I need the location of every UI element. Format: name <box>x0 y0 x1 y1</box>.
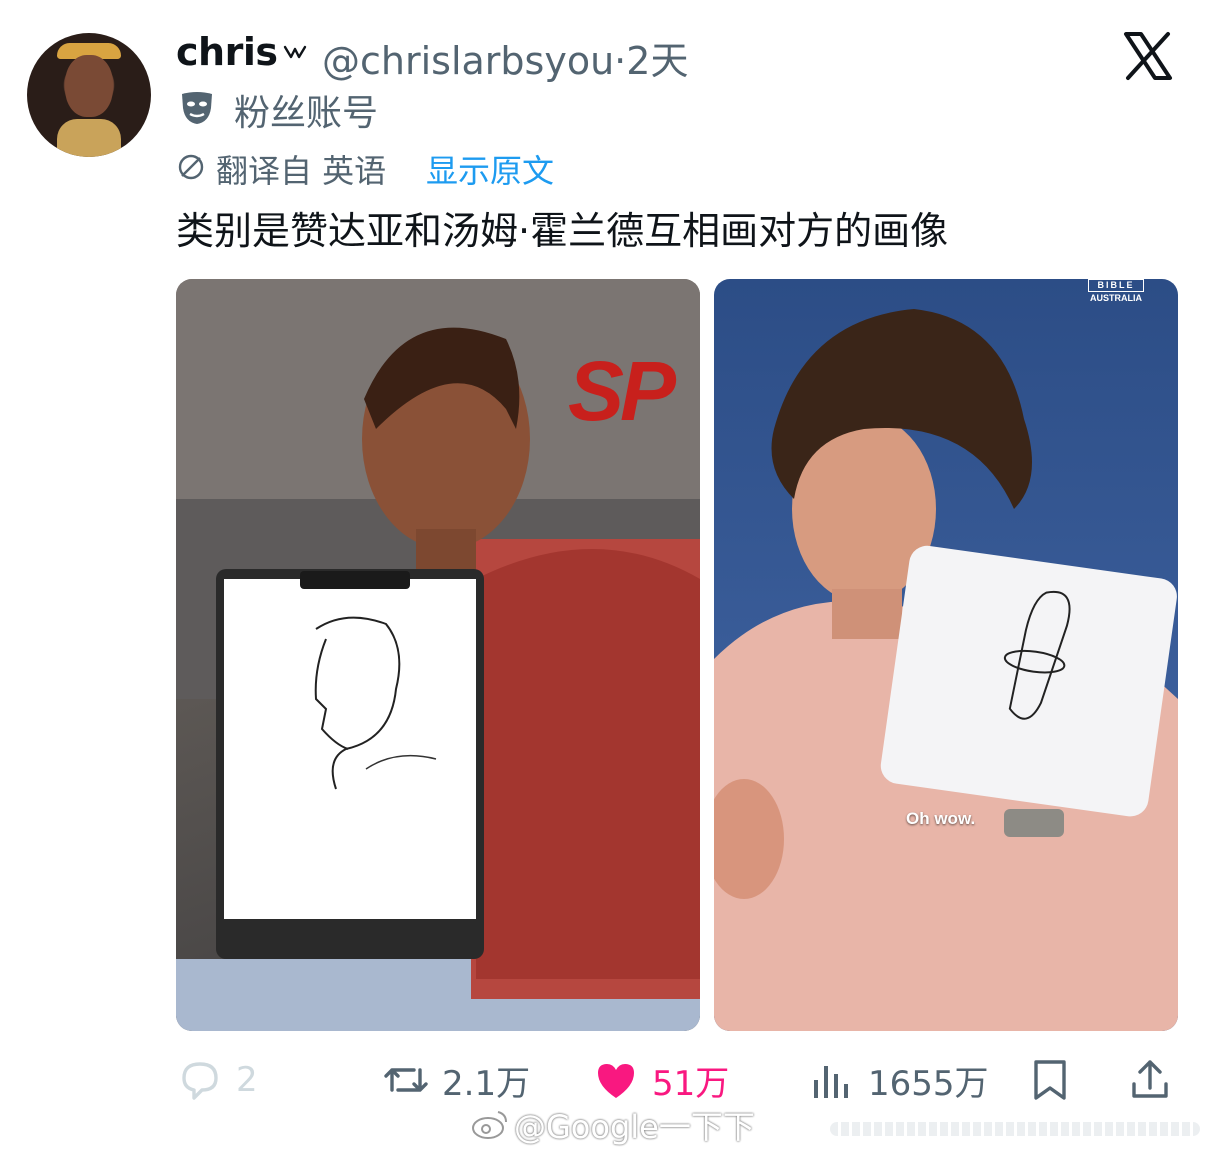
photo-zendaya[interactable]: SP <box>176 279 700 1031</box>
reply-button[interactable]: 2 <box>176 1050 258 1110</box>
views-count: 1655万 <box>868 1063 989 1104</box>
watermark-line1: BIBLE <box>1088 279 1144 292</box>
share-button[interactable] <box>1126 1050 1174 1110</box>
bookmark-icon <box>1034 1060 1066 1100</box>
weibo-watermark-text: @Google一下下 <box>514 1108 755 1146</box>
avatar[interactable] <box>27 33 151 157</box>
share-icon <box>1132 1060 1168 1098</box>
reply-icon <box>182 1062 218 1100</box>
avatar-necklace <box>57 119 121 157</box>
verified-badge-icon <box>283 45 307 59</box>
reply-count: 2 <box>236 1060 258 1100</box>
bottom-progress-strip <box>830 1122 1200 1136</box>
bookmark-button[interactable] <box>1026 1050 1074 1110</box>
movie-logo: SP <box>568 344 676 438</box>
views-icon <box>814 1066 848 1098</box>
like-button[interactable]: 51万 <box>592 1050 729 1110</box>
watermark-line2: AUSTRALIA <box>1090 293 1142 303</box>
translated-from-label: 翻译自 英语 <box>216 152 387 190</box>
tweet-text: 类别是赞达亚和汤姆·霍兰德互相画对方的画像 <box>176 209 949 253</box>
heart-icon <box>598 1064 634 1098</box>
author-name[interactable]: chris <box>176 30 278 74</box>
avatar-face <box>65 55 113 117</box>
handle-text[interactable]: @chrislarbsyou <box>322 39 614 83</box>
video-subtitle: Oh wow. <box>906 809 976 828</box>
author-handle[interactable]: @chrislarbsyou·2天 <box>322 30 688 85</box>
photo-tom-holland[interactable]: BIBLE AUSTRALIA Oh wow. <box>714 279 1178 1031</box>
fan-account-label: 粉丝账号 <box>234 93 379 134</box>
timestamp[interactable]: 2天 <box>626 39 688 83</box>
weibo-icon <box>472 1111 507 1139</box>
retweet-icon <box>384 1068 428 1092</box>
translate-globe-icon <box>178 154 204 180</box>
x-logo-icon[interactable] <box>1120 28 1176 84</box>
retweet-button[interactable]: 2.1万 <box>382 1050 530 1110</box>
like-count: 51万 <box>652 1063 730 1104</box>
retweet-count: 2.1万 <box>442 1063 531 1104</box>
weibo-watermark: @Google一下下 <box>470 1102 755 1148</box>
photo-tom-holland-art <box>714 309 1178 1031</box>
views-button[interactable]: 1655万 <box>808 1050 989 1110</box>
separator: · <box>614 39 627 83</box>
fan-mask-icon <box>182 92 212 124</box>
channel-watermark: BIBLE AUSTRALIA <box>1088 279 1144 304</box>
show-original-link[interactable]: 显示原文 <box>426 146 554 192</box>
